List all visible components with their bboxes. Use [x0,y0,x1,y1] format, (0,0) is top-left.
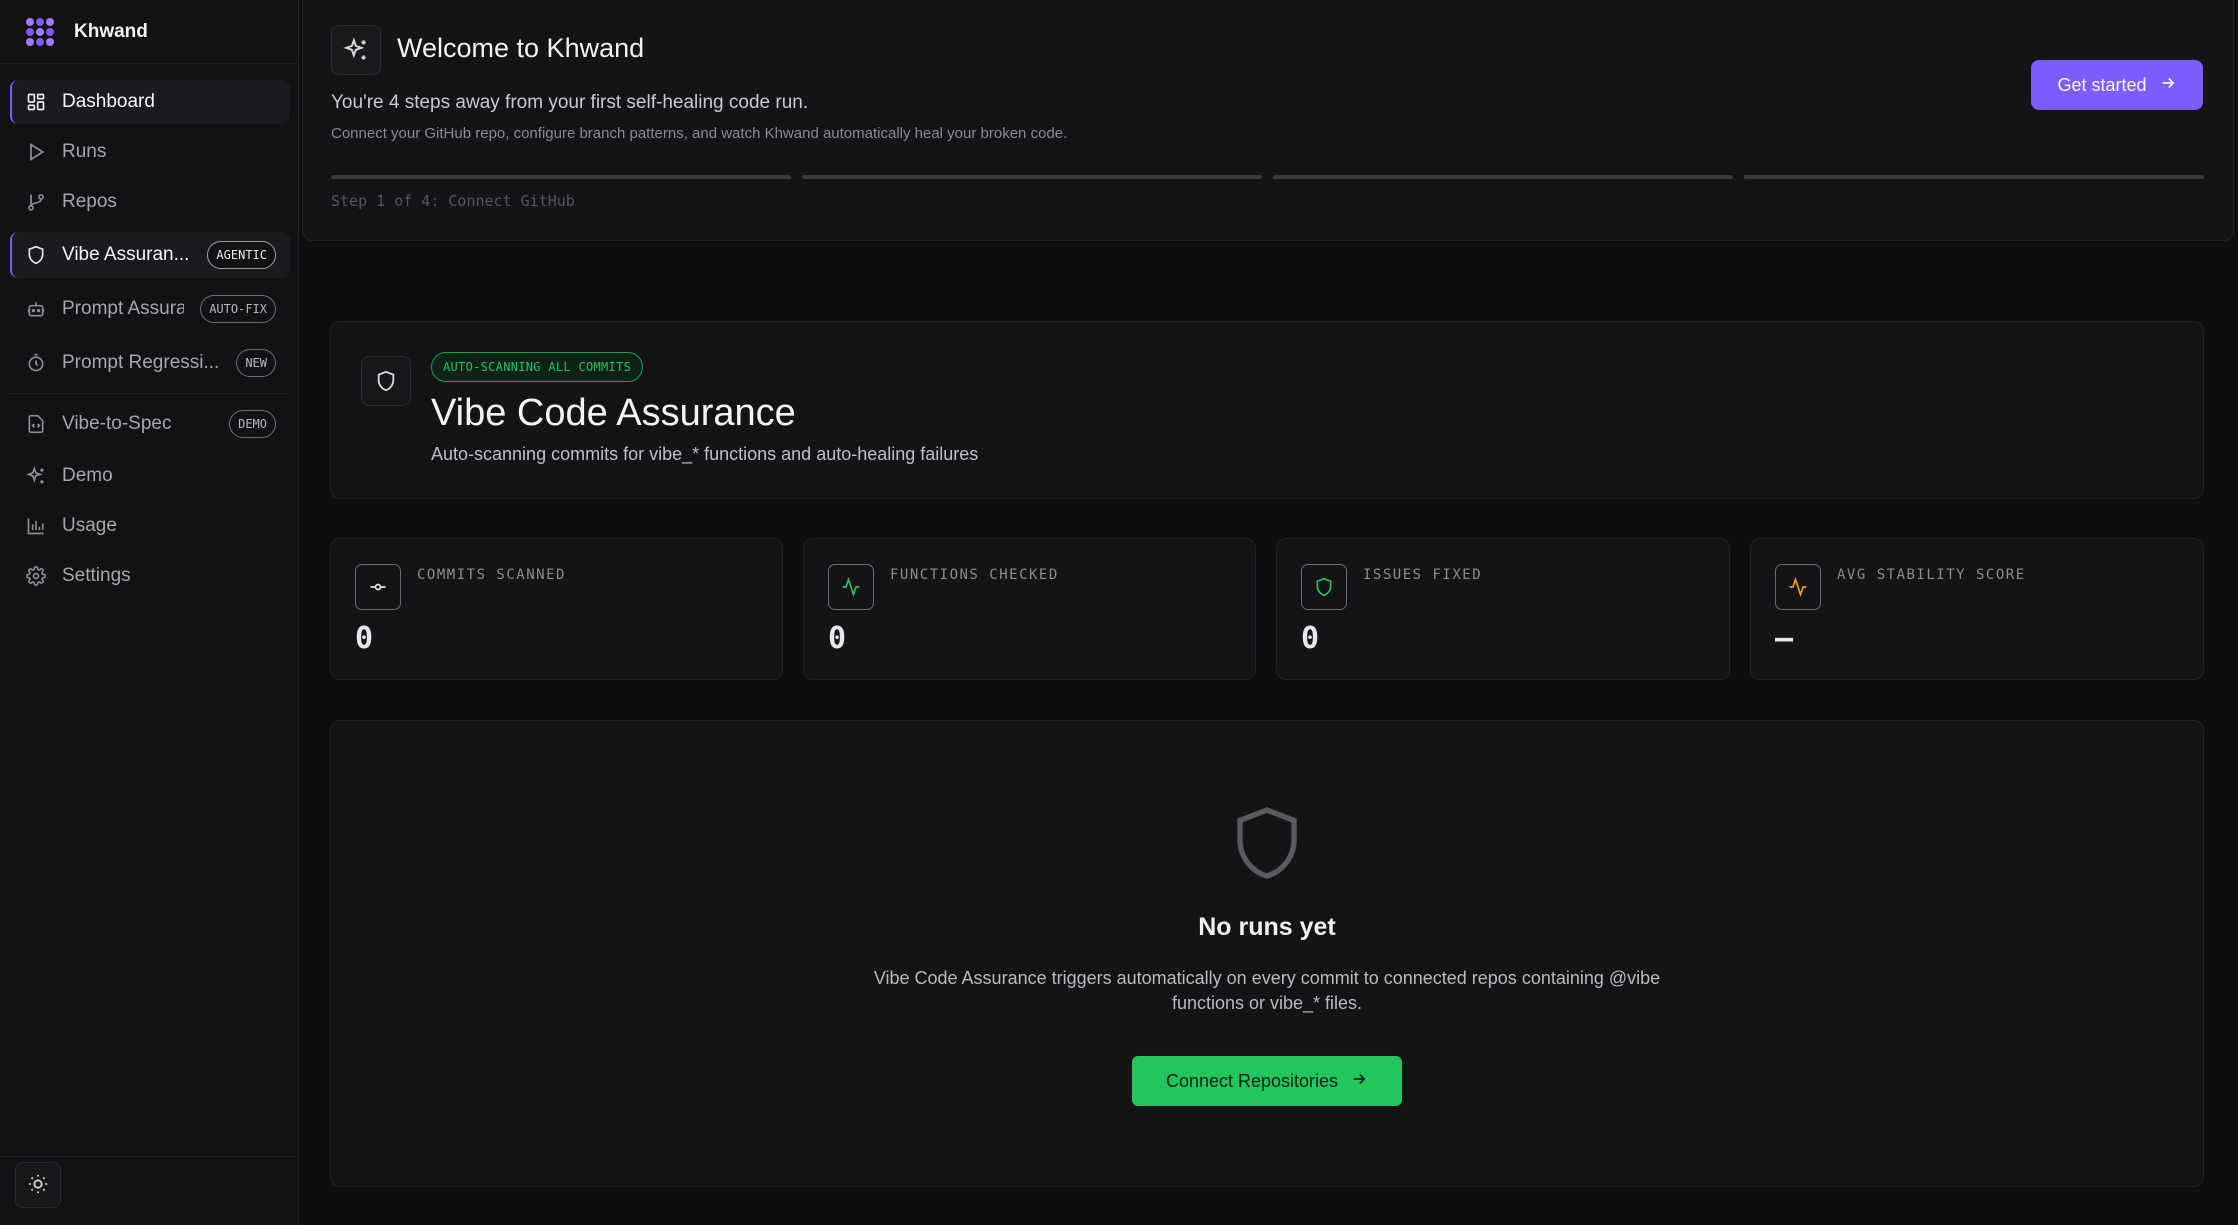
empty-state-title: No runs yet [1198,913,1336,941]
sidebar-item-label: Settings [62,565,131,586]
theme-toggle-button[interactable] [15,1162,61,1208]
bot-icon [24,297,48,321]
connect-repositories-button[interactable]: Connect Repositories [1132,1056,1402,1106]
sidebar-item-label: Demo [62,465,113,486]
welcome-subtitle: You're 4 steps away from your first self… [331,92,809,113]
sidebar-item-label: Runs [62,141,107,162]
welcome-banner: Welcome to Khwand You're 4 steps away fr… [302,0,2234,241]
vibe-assurance-header: AUTO-SCANNING ALL COMMITS Vibe Code Assu… [330,321,2204,499]
stat-value: 0 [355,621,374,656]
sidebar-item-label: Repos [62,191,117,212]
sidebar-item-label: Prompt Assura [62,298,184,319]
welcome-title: Welcome to Khwand [397,33,645,63]
sidebar-item-repos[interactable]: Repos [10,180,290,224]
sidebar-item-label: Prompt Regressi... [62,352,220,373]
get-started-button[interactable]: Get started [2031,60,2203,110]
stat-value: — [1775,621,1794,656]
app-name: Khwand [74,20,148,42]
dashboard-icon [24,90,48,114]
stat-functions-checked: FUNCTIONS CHECKED 0 [803,538,1256,680]
activity-icon [828,564,874,610]
shield-icon [1231,803,1303,888]
sidebar: Khwand Dashboard Runs Repos Vibe Assuran… [0,0,299,1225]
page-title: Vibe Code Assurance [431,392,796,434]
progress-step-2 [802,175,1262,179]
stat-label: AVG STABILITY SCORE [1837,567,2026,583]
stat-issues-fixed: ISSUES FIXED 0 [1276,538,1730,680]
shield-icon [24,243,48,267]
shield-check-icon [1301,564,1347,610]
stat-label: FUNCTIONS CHECKED [890,567,1059,583]
get-started-label: Get started [2057,74,2147,95]
page-subtitle: Auto-scanning commits for vibe_* functio… [431,444,979,464]
arrow-right-icon [1350,1070,1368,1093]
git-branch-icon [24,190,48,214]
sidebar-item-label: Vibe Assuran... [62,244,190,265]
step-indicator: Step 1 of 4: Connect GitHub [331,192,575,210]
connect-repositories-label: Connect Repositories [1165,1070,1339,1091]
auto-scanning-badge: AUTO-SCANNING ALL COMMITS [431,352,644,382]
file-code-icon [24,412,48,436]
new-badge: NEW [236,349,276,377]
sidebar-item-vibe-to-spec[interactable]: Vibe-to-Spec DEMO [10,402,290,446]
sidebar-item-prompt-assurance[interactable]: Prompt Assura AUTO-FIX [10,287,290,331]
sidebar-item-demo[interactable]: Demo [10,454,290,498]
sidebar-item-runs[interactable]: Runs [10,130,290,174]
sidebar-item-label: Vibe-to-Spec [62,413,172,434]
auto-fix-badge: AUTO-FIX [200,295,276,323]
stat-label: ISSUES FIXED [1363,567,1483,583]
sidebar-item-prompt-regression[interactable]: Prompt Regressi... NEW [10,341,290,385]
activity-icon [1775,564,1821,610]
stat-value: 0 [828,621,847,656]
progress-step-3 [1273,175,1733,179]
stat-label: COMMITS SCANNED [417,567,566,583]
sidebar-item-usage[interactable]: Usage [10,504,290,548]
sidebar-item-label: Dashboard [62,91,155,112]
sidebar-item-dashboard[interactable]: Dashboard [10,80,290,124]
progress-step-4 [1744,175,2204,179]
sun-icon [27,1173,49,1198]
progress-step-1 [331,175,791,179]
sparkles-icon [24,464,48,488]
bar-chart-icon [24,514,48,538]
sidebar-divider [10,393,290,394]
shield-icon [361,356,411,406]
sidebar-footer-divider [0,1156,299,1157]
sidebar-item-vibe-assurance[interactable]: Vibe Assuran... AGENTIC [10,232,290,278]
agentic-badge: AGENTIC [207,241,276,269]
stat-commits-scanned: COMMITS SCANNED 0 [330,538,783,680]
sparkles-icon [331,25,381,75]
stat-value: 0 [1301,621,1320,656]
welcome-description: Connect your GitHub repo, configure bran… [331,125,1068,142]
sidebar-item-settings[interactable]: Settings [10,554,290,598]
empty-state-description: Vibe Code Assurance triggers automatical… [873,968,1661,1013]
git-commit-icon [355,564,401,610]
play-icon [24,140,48,164]
gear-icon [24,564,48,588]
empty-state: No runs yet Vibe Code Assurance triggers… [330,720,2204,1187]
sidebar-item-label: Usage [62,515,117,536]
arrow-right-icon [2159,74,2177,97]
stat-avg-stability-score: AVG STABILITY SCORE — [1750,538,2204,680]
demo-badge: DEMO [229,410,276,438]
logo-icon [26,17,54,46]
brand[interactable]: Khwand [0,0,298,64]
timer-icon [24,351,48,375]
